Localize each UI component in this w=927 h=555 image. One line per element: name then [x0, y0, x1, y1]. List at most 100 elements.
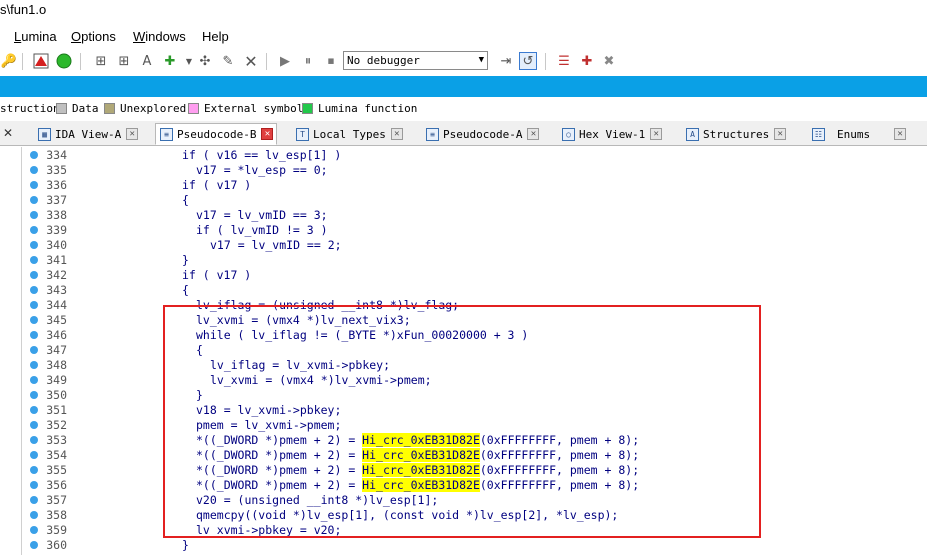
- green-circle-icon[interactable]: [55, 52, 73, 70]
- breakpoint-dot-icon[interactable]: [30, 181, 38, 189]
- step-into-icon[interactable]: ⇥: [497, 52, 515, 70]
- close-icon[interactable]: ✕: [261, 128, 274, 140]
- line-number: 336: [46, 178, 67, 192]
- navigation-band[interactable]: [0, 76, 927, 97]
- breakpoint-dot-icon[interactable]: [30, 526, 38, 534]
- close-icon[interactable]: ✕: [774, 128, 787, 140]
- close-icon[interactable]: ✕: [126, 128, 139, 140]
- toolbar-separator: [266, 53, 267, 70]
- breakpoint-dot-icon[interactable]: [30, 376, 38, 384]
- code-line[interactable]: 342 if ( v17 ): [0, 268, 927, 283]
- breakpoint-list-icon[interactable]: ☰: [555, 52, 573, 70]
- code-line[interactable]: 341}: [0, 253, 927, 268]
- warning-triangle-icon[interactable]: [32, 52, 50, 70]
- legend-swatch: [56, 103, 67, 114]
- ascii-icon[interactable]: A: [138, 52, 156, 70]
- menu-options[interactable]: Options: [71, 29, 116, 44]
- breakpoint-dot-icon[interactable]: [30, 511, 38, 519]
- code-line[interactable]: 336 if ( v17 ): [0, 178, 927, 193]
- code-text: if ( v16 == lv_esp[1] ): [182, 148, 342, 162]
- tab-enums[interactable]: ☷ Enums ✕: [808, 123, 907, 145]
- code-text: }: [182, 253, 189, 267]
- legend-swatch: [188, 103, 199, 114]
- tab-label: Enums: [837, 127, 871, 141]
- code-line[interactable]: 339 if ( lv_vmID != 3 ): [0, 223, 927, 238]
- rename-icon[interactable]: ✎: [219, 52, 237, 70]
- tab-local-types[interactable]: T Local Types ✕: [292, 123, 403, 145]
- menu-lumina[interactable]: Lumina: [14, 29, 57, 44]
- add-struct-icon[interactable]: ✚: [161, 52, 179, 70]
- debugger-select[interactable]: No debugger ▼: [343, 51, 488, 70]
- breakpoint-dot-icon[interactable]: [30, 361, 38, 369]
- breakpoint-dot-icon[interactable]: [30, 271, 38, 279]
- breakpoint-dot-icon[interactable]: [30, 391, 38, 399]
- line-number: 348: [46, 358, 67, 372]
- breakpoint-dot-icon[interactable]: [30, 406, 38, 414]
- play-icon[interactable]: ▶: [276, 52, 294, 70]
- close-icon[interactable]: ✕: [527, 128, 540, 140]
- close-x-icon[interactable]: ✕: [242, 52, 260, 71]
- pseudocode-view[interactable]: 334 if ( v16 == lv_esp[1] ) 335 v17 = *lv_e…: [0, 147, 927, 555]
- window-title: s\fun1.o: [0, 2, 47, 17]
- code-line[interactable]: 337 {: [0, 193, 927, 208]
- close-icon[interactable]: ✕: [0, 123, 16, 144]
- breakpoint-dot-icon[interactable]: [30, 331, 38, 339]
- code-line[interactable]: 334 if ( v16 == lv_esp[1] ): [0, 148, 927, 163]
- tab-structures[interactable]: A Structures ✕: [682, 123, 787, 145]
- breakpoint-dot-icon[interactable]: [30, 286, 38, 294]
- legend-item-unexplored: Unexplored: [104, 102, 186, 115]
- close-icon[interactable]: ✕: [894, 128, 907, 140]
- breakpoint-dot-icon[interactable]: [30, 241, 38, 249]
- add-breakpoint-icon[interactable]: ✚: [578, 52, 596, 70]
- window-title-bar: s\fun1.o: [0, 0, 927, 24]
- menu-help[interactable]: Help: [202, 29, 229, 44]
- breakpoint-dot-icon[interactable]: [30, 481, 38, 489]
- breakpoint-dot-icon[interactable]: [30, 196, 38, 204]
- legend-swatch: [104, 103, 115, 114]
- tab-pseudocode-b[interactable]: ≡ Pseudocode-B ✕: [155, 123, 277, 145]
- legend-item-external-symbol: External symbol: [188, 102, 303, 115]
- line-number: 339: [46, 223, 67, 237]
- line-number: 346: [46, 328, 67, 342]
- pause-icon[interactable]: ⏸: [299, 52, 317, 70]
- tab-hex-view-1[interactable]: ○ Hex View-1 ✕: [558, 123, 663, 145]
- code-line[interactable]: 340 v17 = lv_vmID == 2;: [0, 238, 927, 253]
- code-text: v17 = *lv_esp == 0;: [196, 163, 328, 177]
- breakpoint-dot-icon[interactable]: [30, 466, 38, 474]
- breakpoint-dot-icon[interactable]: [30, 316, 38, 324]
- structure-icon: A: [686, 127, 699, 141]
- step-over-icon[interactable]: ↺: [519, 52, 537, 70]
- breakpoint-dot-icon[interactable]: [30, 166, 38, 174]
- code-line[interactable]: 335 v17 = *lv_esp == 0;: [0, 163, 927, 178]
- breakpoint-dot-icon[interactable]: [30, 301, 38, 309]
- lock-icon[interactable]: 🔑: [0, 52, 18, 70]
- code-line[interactable]: 343 {: [0, 283, 927, 298]
- breakpoint-dot-icon[interactable]: [30, 436, 38, 444]
- close-icon[interactable]: ✕: [390, 128, 403, 140]
- data-icon[interactable]: ⊞: [115, 52, 133, 70]
- breakpoint-dot-icon[interactable]: [30, 541, 38, 549]
- line-number: 347: [46, 343, 67, 357]
- breakpoint-dot-icon[interactable]: [30, 421, 38, 429]
- line-number: 353: [46, 433, 67, 447]
- menu-bar: Lumina Options Windows Help: [0, 26, 927, 48]
- breakpoint-dot-icon[interactable]: [30, 346, 38, 354]
- delete-breakpoint-icon[interactable]: ✖: [600, 52, 618, 70]
- breakpoint-dot-icon[interactable]: [30, 256, 38, 264]
- close-icon[interactable]: ✕: [650, 128, 663, 140]
- breakpoint-dot-icon[interactable]: [30, 151, 38, 159]
- code-text: v17 = lv_vmID == 3;: [196, 208, 328, 222]
- stop-icon[interactable]: ⏹: [322, 52, 340, 70]
- breakpoint-dot-icon[interactable]: [30, 496, 38, 504]
- menu-windows[interactable]: Windows: [133, 29, 186, 44]
- tab-ida-view-a[interactable]: ▦ IDA View-A ✕: [34, 123, 139, 145]
- breakpoint-dot-icon[interactable]: [30, 211, 38, 219]
- breakpoint-dot-icon[interactable]: [30, 226, 38, 234]
- tab-pseudocode-a[interactable]: ≡ Pseudocode-A ✕: [422, 123, 540, 145]
- undefine-icon[interactable]: ✣: [196, 52, 214, 70]
- code-icon[interactable]: ⊞: [92, 52, 110, 70]
- line-number: 356: [46, 478, 67, 492]
- code-line[interactable]: 360}: [0, 538, 927, 553]
- breakpoint-dot-icon[interactable]: [30, 451, 38, 459]
- code-line[interactable]: 338 v17 = lv_vmID == 3;: [0, 208, 927, 223]
